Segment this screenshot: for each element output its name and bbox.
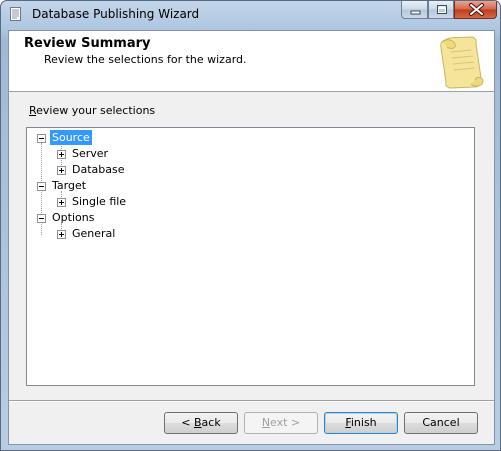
- finish-button-label: inish: [350, 416, 377, 429]
- maximize-button[interactable]: [428, 1, 454, 19]
- tree-node-label: Server: [72, 147, 109, 160]
- document-icon[interactable]: [10, 7, 21, 21]
- maximize-icon: [437, 5, 447, 14]
- tree-node-label: General: [72, 227, 116, 240]
- plus-box-icon[interactable]: [57, 166, 66, 175]
- back-button[interactable]: < Back: [164, 412, 238, 434]
- minus-box-icon[interactable]: [37, 134, 46, 143]
- plus-box-icon[interactable]: [57, 150, 66, 159]
- cancel-button[interactable]: Cancel: [404, 412, 478, 434]
- tree-node-label: Target: [52, 179, 87, 192]
- tree-node-label: Single file: [72, 195, 127, 208]
- back-button-label: ack: [201, 416, 221, 429]
- header-panel: Review Summary Review the selections for…: [9, 31, 494, 92]
- page-subtitle: Review the selections for the wizard.: [44, 53, 247, 66]
- cancel-button-label: Cancel: [422, 416, 460, 429]
- page-title: Review Summary: [24, 36, 151, 51]
- tree-node-label: Source: [50, 130, 92, 145]
- minus-box-icon[interactable]: [37, 214, 46, 223]
- next-button-label: ext >: [270, 416, 301, 429]
- close-icon: [469, 3, 484, 16]
- plus-box-icon[interactable]: [57, 230, 66, 239]
- tree-node-label: Database: [72, 163, 125, 176]
- back-button-prefix: <: [181, 416, 194, 429]
- wizard-window: Database Publishing Wizard Review Summar…: [0, 0, 501, 451]
- minimize-button[interactable]: [401, 1, 428, 19]
- close-button[interactable]: [454, 1, 497, 19]
- plus-box-icon[interactable]: [57, 198, 66, 207]
- window-title: Database Publishing Wizard: [32, 7, 200, 21]
- minus-box-icon[interactable]: [37, 182, 46, 191]
- back-button-mnemonic: B: [194, 416, 202, 429]
- minimize-icon: [410, 10, 421, 15]
- title-bar[interactable]: Database Publishing Wizard: [1, 1, 500, 29]
- wizard-client-area: Review Summary Review the selections for…: [8, 30, 495, 445]
- next-button-mnemonic: N: [261, 416, 271, 429]
- finish-button[interactable]: Finish: [324, 412, 398, 434]
- selections-tree[interactable]: Source Server Database Target Single fil…: [26, 127, 475, 386]
- scroll-icon: [440, 36, 484, 89]
- tree-node-label: Options: [52, 211, 95, 224]
- review-selections-text: eview your selections: [36, 104, 156, 117]
- review-selections-label: Review your selections: [29, 104, 155, 117]
- button-bar-divider: [9, 400, 494, 402]
- next-button[interactable]: Next >: [244, 412, 318, 434]
